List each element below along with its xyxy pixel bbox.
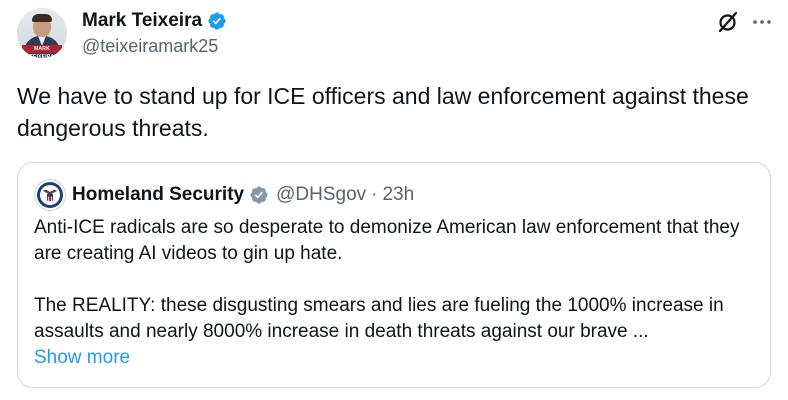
author-avatar[interactable]: MARK TEIXEIRA [17,8,67,58]
author-display-name[interactable]: Mark Teixeira [82,10,202,32]
tweet: MARK TEIXEIRA Mark Teixeira @teixeiramar… [0,0,788,400]
quoted-header: Homeland Security @DHSgov · 23h [72,180,414,210]
more-icon[interactable] [750,10,774,34]
show-more-link[interactable]: Show more [34,345,759,371]
quoted-tweet-card[interactable]: Homeland Security @DHSgov · 23h Anti-ICE… [17,162,771,388]
quoted-handle[interactable]: @DHSgov [276,184,366,206]
tweet-actions-top [716,10,774,34]
author-handle[interactable]: @teixeiramark25 [82,36,218,57]
tweet-text: We have to stand up for ICE officers and… [17,83,749,141]
avatar-sign: MARK TEIXEIRA [22,45,62,58]
verified-badge-icon[interactable] [207,11,227,31]
quoted-display-name[interactable]: Homeland Security [72,184,244,206]
quoted-paragraph-1: Anti-ICE radicals are so desperate to de… [34,217,740,264]
grok-icon[interactable] [716,10,740,34]
gov-badge-icon[interactable] [249,185,269,205]
author-name-row: Mark Teixeira [82,8,227,34]
dhs-seal-icon[interactable] [34,179,66,211]
quoted-timestamp[interactable]: 23h [382,184,414,206]
quoted-paragraph-2: The REALITY: these disgusting smears and… [34,295,724,342]
quoted-separator: · [371,184,378,205]
quoted-body: Anti-ICE radicals are so desperate to de… [34,215,759,371]
